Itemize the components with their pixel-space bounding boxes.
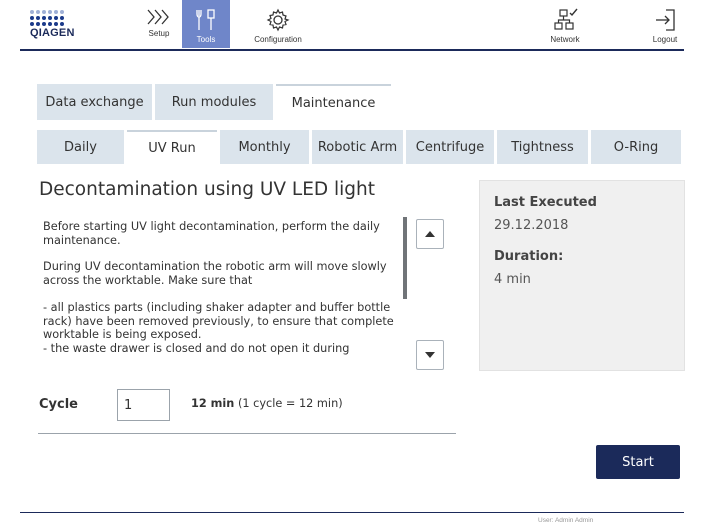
start-button[interactable]: Start: [596, 445, 680, 479]
configuration-button[interactable]: Configuration: [238, 0, 318, 48]
tools-label: Tools: [196, 35, 216, 44]
configuration-label: Configuration: [254, 35, 302, 44]
tools-button[interactable]: Tools: [182, 0, 230, 48]
instructions-text-area[interactable]: Before starting UV light decontamination…: [43, 220, 395, 372]
logout-label: Logout: [652, 35, 678, 44]
text-scrollbar[interactable]: [403, 217, 407, 299]
subtab-daily[interactable]: Daily: [37, 130, 124, 164]
instruction-paragraph: Before starting UV light decontamination…: [43, 220, 380, 247]
scroll-up-button[interactable]: [416, 219, 444, 249]
network-icon: [554, 8, 578, 30]
logout-icon: [656, 9, 675, 31]
cycle-label: Cycle: [39, 397, 78, 412]
triangle-up-icon: [425, 231, 435, 237]
setup-label: Setup: [148, 29, 170, 38]
subtab-uv-run[interactable]: UV Run: [127, 130, 217, 164]
user-status: User: Admin Admin: [538, 517, 594, 524]
footer-divider: [20, 512, 684, 513]
subtab-robotic-arm[interactable]: Robotic Arm: [312, 130, 403, 164]
subtab-monthly[interactable]: Monthly: [220, 130, 309, 164]
network-button[interactable]: Network: [540, 0, 590, 48]
logo-text: QIAGEN: [30, 27, 75, 39]
last-executed-value: 29.12.2018: [494, 218, 569, 233]
triangle-down-icon: [425, 352, 435, 358]
execution-info-panel: Last Executed 29.12.2018 Duration: 4 min: [479, 180, 685, 371]
subtab-centrifuge[interactable]: Centrifuge: [406, 130, 494, 164]
tab-run-modules[interactable]: Run modules: [155, 84, 273, 120]
instruction-paragraph: - all plastics parts (including shaker a…: [43, 300, 394, 342]
duration-value: 4 min: [494, 272, 531, 287]
tools-icon: [196, 9, 215, 30]
tab-data-exchange[interactable]: Data exchange: [37, 84, 152, 120]
cycle-input[interactable]: [117, 389, 170, 421]
cycle-duration-text: 12 min (1 cycle = 12 min): [191, 397, 343, 410]
last-executed-label: Last Executed: [494, 195, 597, 210]
top-bar: QIAGEN Setup Tools Configuration Network…: [0, 0, 704, 51]
cycle-duration-detail: (1 cycle = 12 min): [237, 397, 343, 410]
subtab-tightness[interactable]: Tightness: [497, 130, 588, 164]
instruction-paragraph: - the waste drawer is closed and do not …: [43, 341, 350, 355]
subtab-o-ring[interactable]: O-Ring: [591, 130, 681, 164]
gear-icon: [266, 8, 290, 32]
page-title: Decontamination using UV LED light: [39, 179, 376, 200]
cycle-duration-bold: 12 min: [191, 397, 235, 410]
scroll-down-button[interactable]: [416, 340, 444, 370]
qiagen-logo: QIAGEN: [30, 10, 75, 44]
setup-button[interactable]: Setup: [134, 0, 184, 48]
content-divider: [38, 433, 456, 434]
logo-dots: [30, 10, 70, 26]
chevrons-right-icon: [147, 9, 169, 25]
network-label: Network: [550, 35, 580, 44]
duration-label: Duration:: [494, 249, 564, 264]
instruction-paragraph: During UV decontamination the robotic ar…: [43, 260, 387, 288]
tab-maintenance[interactable]: Maintenance: [276, 84, 391, 120]
logout-button[interactable]: Logout: [640, 0, 690, 48]
header-divider: [20, 49, 684, 51]
